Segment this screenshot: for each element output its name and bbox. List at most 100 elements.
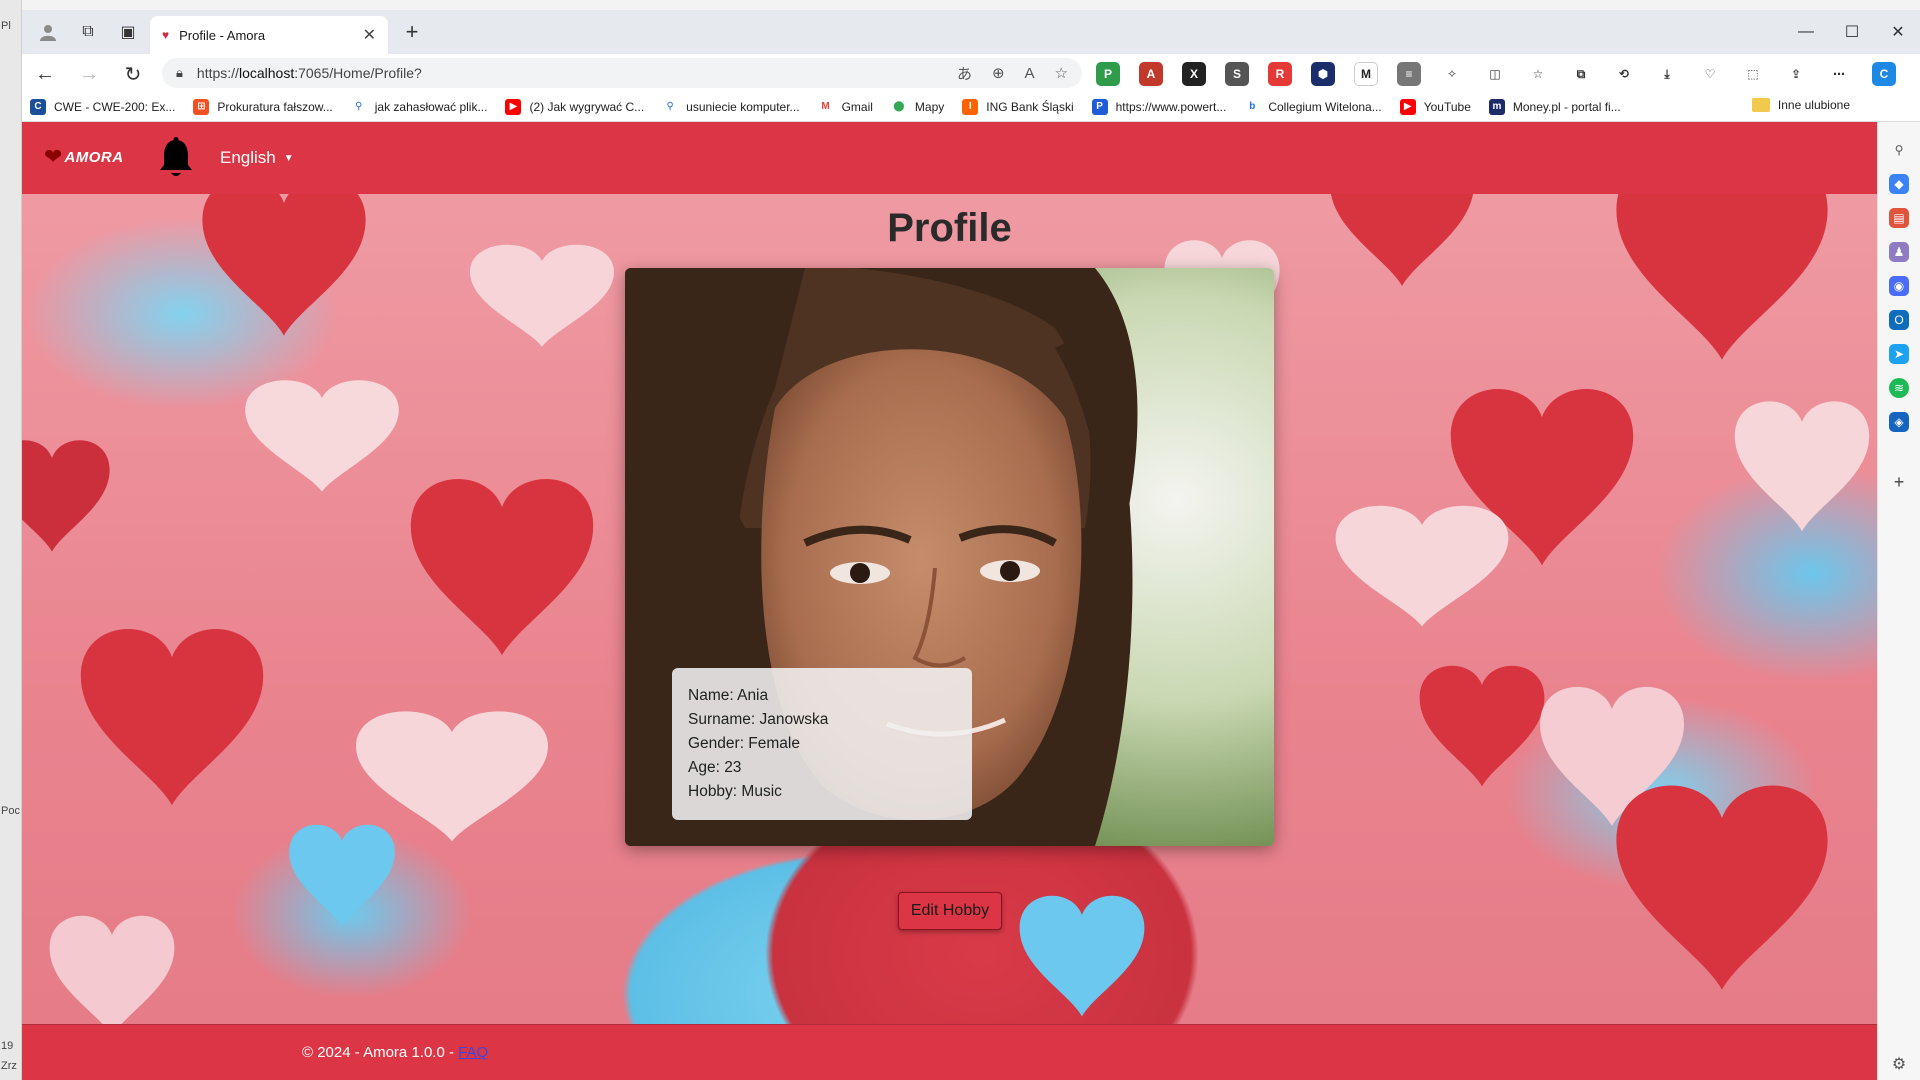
folder-icon xyxy=(1751,98,1770,112)
favorite-star-icon[interactable]: ☆ xyxy=(1055,64,1068,82)
brand-text: AMORA xyxy=(64,148,124,166)
bookmark-jak-wygrywac[interactable]: ▶ (2) Jak wygrywać C... xyxy=(505,98,644,115)
copyright-text: © 2024 - Amora 1.0.0 - xyxy=(302,1044,459,1061)
forward-icon[interactable]: → xyxy=(74,59,104,89)
downloads-icon[interactable]: ⤓ xyxy=(1655,62,1679,86)
background-window-strip: Pl Poc 19 Zrz xyxy=(0,0,22,1080)
search-icon: ⚲ xyxy=(350,98,367,115)
bookmark-youtube[interactable]: ▶ YouTube xyxy=(1399,98,1471,115)
extensions-puzzle-icon[interactable]: ✧ xyxy=(1440,62,1464,86)
zoom-icon[interactable]: ⊕ xyxy=(992,64,1005,82)
translate-icon[interactable]: あ xyxy=(957,63,972,84)
copilot-icon[interactable]: C xyxy=(1872,62,1896,86)
browser-chrome: ⧉ ▣ ♥ Profile - Amora ✕ + — ☐ ✕ ← → ↻ 🔒︎… xyxy=(22,0,1920,122)
new-tab-button[interactable]: + xyxy=(398,18,426,46)
notification-bell-icon[interactable] xyxy=(156,136,196,180)
split-screen-icon[interactable]: ◫ xyxy=(1483,62,1507,86)
favorites-icon[interactable]: ☆ xyxy=(1526,62,1550,86)
performance-icon[interactable]: ♡ xyxy=(1698,62,1722,86)
page-title: Profile xyxy=(887,206,1012,250)
faq-link[interactable]: FAQ xyxy=(458,1044,488,1061)
bookmarks-bar: C CWE - CWE-200: Ex... ⊞ Prokuratura fałsz… xyxy=(22,92,1920,122)
share-icon[interactable]: ⇪ xyxy=(1784,62,1808,86)
maps-icon: ⬤ xyxy=(890,98,907,115)
other-favorites[interactable]: Inne ulubione xyxy=(1751,98,1850,112)
caret-down-icon: ▼ xyxy=(283,152,294,164)
tab-title: Profile - Amora xyxy=(179,27,266,43)
bookmark-gmail[interactable]: M Gmail xyxy=(817,98,873,115)
bookmark-mapy[interactable]: ⬤ Mapy xyxy=(890,98,944,115)
close-tab-icon[interactable]: ✕ xyxy=(363,25,376,45)
hex-extension-icon[interactable]: ⬢ xyxy=(1311,62,1335,86)
shield-extension-icon[interactable]: S xyxy=(1225,62,1249,86)
vertical-tabs-icon[interactable]: ▣ xyxy=(114,18,142,46)
profile-hobby: Hobby: Music xyxy=(688,783,782,800)
url-text[interactable]: https://localhost:7065/Home/Profile? xyxy=(197,65,937,81)
navbar: ❤ AMORA English ▼ xyxy=(22,122,1877,194)
outlook-icon[interactable]: O xyxy=(1889,310,1909,330)
tag-icon[interactable]: ◆ xyxy=(1889,174,1909,194)
profile-surname: Surname: Janowska xyxy=(688,711,829,728)
address-bar[interactable]: 🔒︎ https://localhost:7065/Home/Profile? … xyxy=(162,58,1082,88)
bookmark-zahaslowac[interactable]: ⚲ jak zahasłować plik... xyxy=(350,98,487,115)
strip-label: Poc xyxy=(1,805,20,817)
tab-bar: ⧉ ▣ ♥ Profile - Amora ✕ + — ☐ ✕ xyxy=(22,10,1920,54)
settings-gear-icon[interactable]: ⚙ xyxy=(1889,1054,1909,1074)
language-dropdown[interactable]: English ▼ xyxy=(220,148,294,168)
extension-icon[interactable]: ≡ xyxy=(1397,62,1421,86)
bookmark-money[interactable]: m Money.pl - portal fi... xyxy=(1488,98,1621,115)
strip-label: 19 xyxy=(1,1040,14,1052)
x-extension-icon[interactable]: X xyxy=(1182,62,1206,86)
close-window-icon[interactable]: ✕ xyxy=(1878,18,1918,46)
toolbox-icon[interactable]: ▤ xyxy=(1889,208,1909,228)
m-extension-icon[interactable]: M xyxy=(1354,62,1378,86)
refresh-icon[interactable]: ↻ xyxy=(118,59,148,89)
profile-icon[interactable] xyxy=(34,18,62,46)
add-icon[interactable]: + xyxy=(1889,472,1909,492)
cwe-icon: C xyxy=(30,98,46,115)
bookmark-collegium[interactable]: b Collegium Witelona... xyxy=(1244,98,1382,115)
history-icon[interactable]: ⟲ xyxy=(1612,62,1636,86)
windows-icon: ⊞ xyxy=(193,98,210,115)
edit-hobby-button[interactable]: Edit Hobby xyxy=(898,892,1002,930)
heart-logo-icon: ❤ xyxy=(44,144,63,169)
send-icon[interactable]: ➤ xyxy=(1889,344,1909,364)
youtube-icon: ▶ xyxy=(1399,98,1416,115)
diamond-app-icon[interactable]: ◈ xyxy=(1889,412,1909,432)
bookmark-prokuratura[interactable]: ⊞ Prokuratura fałszow... xyxy=(193,98,333,115)
edge-sidebar: ⚲ ◆ ▤ ♟ ◉ O ➤ ≋ ◈ + ⚙ xyxy=(1877,122,1920,1080)
lock-icon[interactable]: 🔒︎ xyxy=(176,65,183,81)
footer-text: © 2024 - Amora 1.0.0 - FAQ xyxy=(302,1044,488,1061)
copilot-sidebar-icon[interactable]: ◉ xyxy=(1889,276,1909,296)
tab-active[interactable]: ♥ Profile - Amora ✕ xyxy=(150,16,388,54)
red-extension-icon[interactable]: R xyxy=(1268,62,1292,86)
spotify-icon[interactable]: ≋ xyxy=(1889,378,1909,398)
more-menu-icon[interactable]: ⋯ xyxy=(1827,62,1851,86)
money-icon: m xyxy=(1488,98,1505,115)
address-row: ← → ↻ 🔒︎ https://localhost:7065/Home/Pro… xyxy=(22,54,1920,92)
minimize-icon[interactable]: — xyxy=(1786,18,1826,46)
search-icon[interactable]: ⚲ xyxy=(1889,140,1909,160)
collections-icon[interactable]: ⧉ xyxy=(1569,62,1593,86)
maximize-icon[interactable]: ☐ xyxy=(1832,18,1872,46)
workspaces-icon[interactable]: ⧉ xyxy=(74,18,102,46)
bookmark-usuniecie[interactable]: ⚲ usuniecie komputer... xyxy=(662,98,800,115)
web-page: ❤ AMORA English ▼ Profile Name: Ania Sur… xyxy=(22,122,1877,1080)
amora-logo[interactable]: ❤ AMORA xyxy=(44,144,124,170)
ing-icon: I xyxy=(962,98,979,115)
back-icon[interactable]: ← xyxy=(30,59,60,89)
language-label: English xyxy=(220,148,276,167)
profile-info-card: Name: Ania Surname: Janowska Gender: Fem… xyxy=(672,668,972,820)
screenshot-icon[interactable]: ⬚ xyxy=(1741,62,1765,86)
youtube-icon: ▶ xyxy=(505,98,522,115)
bookmark-powertoys[interactable]: Phttps://www.powert... xyxy=(1091,98,1226,115)
profile-gender: Gender: Female xyxy=(688,735,800,752)
games-icon[interactable]: ♟ xyxy=(1889,242,1909,262)
adblock-extension-icon[interactable]: A xyxy=(1139,62,1163,86)
read-aloud-icon[interactable]: A xyxy=(1025,65,1035,82)
bookmark-ing[interactable]: I ING Bank Śląski xyxy=(962,98,1074,115)
footer xyxy=(22,1024,1877,1080)
profile-age: Age: 23 xyxy=(688,759,742,776)
bookmark-cwe[interactable]: C CWE - CWE-200: Ex... xyxy=(30,98,175,115)
printer-extension-icon[interactable]: P xyxy=(1096,62,1120,86)
